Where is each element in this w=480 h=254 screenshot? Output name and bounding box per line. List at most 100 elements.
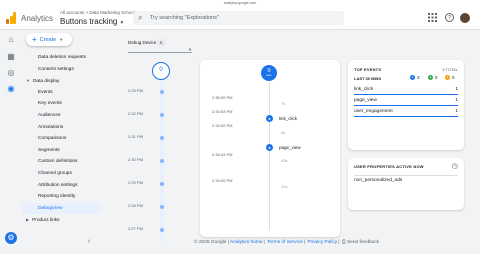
nav-item[interactable]: Key events	[22, 98, 102, 109]
create-button[interactable]: + Create ▼	[26, 33, 72, 46]
seconds-gap: 7s	[281, 101, 286, 106]
nav-item[interactable]: Reporting identity	[22, 191, 102, 202]
nav-item-label: Attribution settings	[38, 182, 78, 188]
nav-item[interactable]: Custom definitions	[22, 156, 102, 167]
nav-item[interactable]: Comparisons	[22, 133, 102, 144]
event-name: user_engagement	[354, 109, 393, 114]
nav-item[interactable]: Consent settings	[22, 64, 102, 75]
minute-dot	[160, 227, 164, 232]
debug-device-label: Debug Device	[128, 40, 157, 45]
event-name: link_click	[354, 87, 374, 92]
top-event-row[interactable]: user_engagement 1	[354, 108, 458, 117]
footer-link-terms[interactable]: Terms of Service	[267, 240, 303, 245]
search-bar[interactable]: ⌕ Try searching "Explorations"	[133, 11, 344, 25]
minute-time: 2:31 PM	[128, 134, 143, 139]
property-selector[interactable]: Buttons tracking ▼	[60, 17, 124, 26]
event-name: page_view	[354, 98, 377, 103]
nav-item[interactable]: Channel groups	[22, 168, 102, 179]
nav-item[interactable]: Events	[22, 87, 102, 98]
nav-item[interactable]: Segments	[22, 145, 102, 156]
minute-row[interactable]: 2:28 PM	[116, 203, 196, 211]
seconds-time: 2:34:00 PM	[212, 178, 233, 183]
caret-down-icon: ▼	[26, 78, 30, 84]
events-counter: ● 3	[410, 75, 420, 81]
minute-dot	[160, 204, 164, 209]
user-property-row[interactable]: non_personalized_ads	[354, 175, 458, 184]
minute-time: 2:33 PM	[128, 88, 143, 93]
top-event-row[interactable]: page_view 1	[354, 97, 458, 106]
nav-item-label: Data display	[32, 79, 60, 85]
nav-item[interactable]: ▶ Product links	[22, 214, 102, 225]
footer-link-analytics-home[interactable]: Analytics home	[230, 240, 263, 245]
minute-row[interactable]: 2:33 PM	[116, 88, 196, 96]
help-icon[interactable]: ?	[445, 13, 454, 25]
apps-grid-icon[interactable]	[428, 13, 437, 25]
minute-row[interactable]: 2:31 PM	[116, 134, 196, 142]
nav-item[interactable]: Data deletion requests	[22, 52, 102, 63]
minute-dot	[160, 135, 164, 140]
seconds-gap: 42s	[281, 184, 288, 189]
flag-icon: ●	[428, 75, 433, 81]
user-properties-title: USER PROPERTIES ACTIVE NOW	[354, 164, 424, 169]
left-rail: ⌂ ▦ ◎ ◉ ⚙	[0, 30, 22, 254]
minute-time: 2:30 PM	[128, 157, 143, 162]
footer-link-privacy[interactable]: Privacy Policy	[307, 240, 337, 245]
nav-item[interactable]: Audiences	[22, 110, 102, 121]
minute-time: 2:28 PM	[128, 203, 143, 208]
minute-row[interactable]: 2:30 PM	[116, 157, 196, 165]
seconds-time: 2:34:53 PM	[212, 109, 233, 114]
seconds-bubble[interactable]: 0 secs	[261, 65, 277, 81]
main-content: Debug Device 0 ▼ 0 2:33 PM 2:32 PM 2:31 PM…	[102, 30, 480, 254]
minute-dot	[160, 158, 164, 163]
top-events-panel: TOP EVENTS 3 TOTAL LAST 30 MINS ● 3 ● 0 ● 0…	[348, 60, 464, 150]
top-events-total: 3 TOTAL	[442, 67, 458, 72]
explore-icon[interactable]: ◎	[6, 68, 16, 78]
search-input[interactable]: Try searching "Explorations"	[150, 15, 219, 21]
send-feedback-link[interactable]: Send feedback	[347, 240, 379, 245]
seconds-stream: 0 secs 2:35:00 PM 7s 2:34:53 PM ● link_cli…	[200, 60, 340, 237]
search-icon: ⌕	[138, 13, 143, 22]
avatar[interactable]	[460, 13, 470, 23]
minute-row[interactable]: 2:29 PM	[116, 180, 196, 188]
minute-dot	[160, 89, 164, 94]
app-name[interactable]: Analytics	[21, 14, 53, 23]
footer: © 2025 Google | Analytics home| Terms of…	[194, 240, 379, 245]
gear-icon[interactable]: ⚙	[5, 232, 17, 244]
feedback-icon: ⎙	[341, 240, 346, 245]
collapse-icon[interactable]: ‹	[88, 238, 90, 245]
minute-row[interactable]: 2:32 PM	[116, 111, 196, 119]
nav-item-label: Channel groups	[38, 171, 72, 176]
advertising-icon[interactable]: ◉	[6, 84, 16, 94]
seconds-time: 2:34:43 PM	[212, 152, 233, 157]
footer-copyright: © 2025 Google |	[194, 240, 229, 245]
seconds-gap: 8s	[281, 130, 286, 135]
minute-dot	[160, 112, 164, 117]
reports-icon[interactable]: ▦	[6, 52, 16, 62]
warning-icon: ●	[445, 75, 450, 81]
minute-time: 2:27 PM	[128, 226, 143, 231]
key-events-counter: ● 0	[428, 75, 438, 81]
minute-time: 2:32 PM	[128, 111, 143, 116]
account-breadcrumb[interactable]: All accounts > Data Marketing School	[60, 10, 135, 15]
top-event-row[interactable]: link_click 1	[354, 86, 458, 95]
nav-item[interactable]: ▼ Data display	[22, 75, 102, 86]
nav-item-label: Audiences	[38, 113, 61, 118]
minute-row[interactable]: 2:27 PM	[116, 226, 196, 234]
property-name: Buttons tracking	[60, 17, 118, 26]
nav-item[interactable]: DebugView	[22, 202, 102, 214]
errors-counter: ● 0	[445, 75, 455, 81]
analytics-logo-icon[interactable]	[6, 12, 16, 24]
nav-item-label: Key events	[38, 101, 62, 107]
caret-right-icon: ▶	[26, 217, 30, 223]
nav-item-label: Reporting identity	[38, 194, 76, 200]
clock-icon[interactable]: ◷	[452, 162, 458, 170]
nav-item[interactable]: Attribution settings	[22, 180, 102, 191]
home-icon[interactable]: ⌂	[6, 35, 16, 45]
app-header: Analytics All accounts > Data Marketing …	[0, 6, 480, 30]
debug-device-select[interactable]: ▼	[128, 46, 192, 53]
nav-item[interactable]: Annotations	[22, 122, 102, 133]
minutes-bubble[interactable]: 0	[152, 62, 170, 80]
user-icon: ●	[266, 115, 273, 122]
plus-icon: +	[32, 35, 37, 44]
minute-time: 2:29 PM	[128, 180, 143, 185]
